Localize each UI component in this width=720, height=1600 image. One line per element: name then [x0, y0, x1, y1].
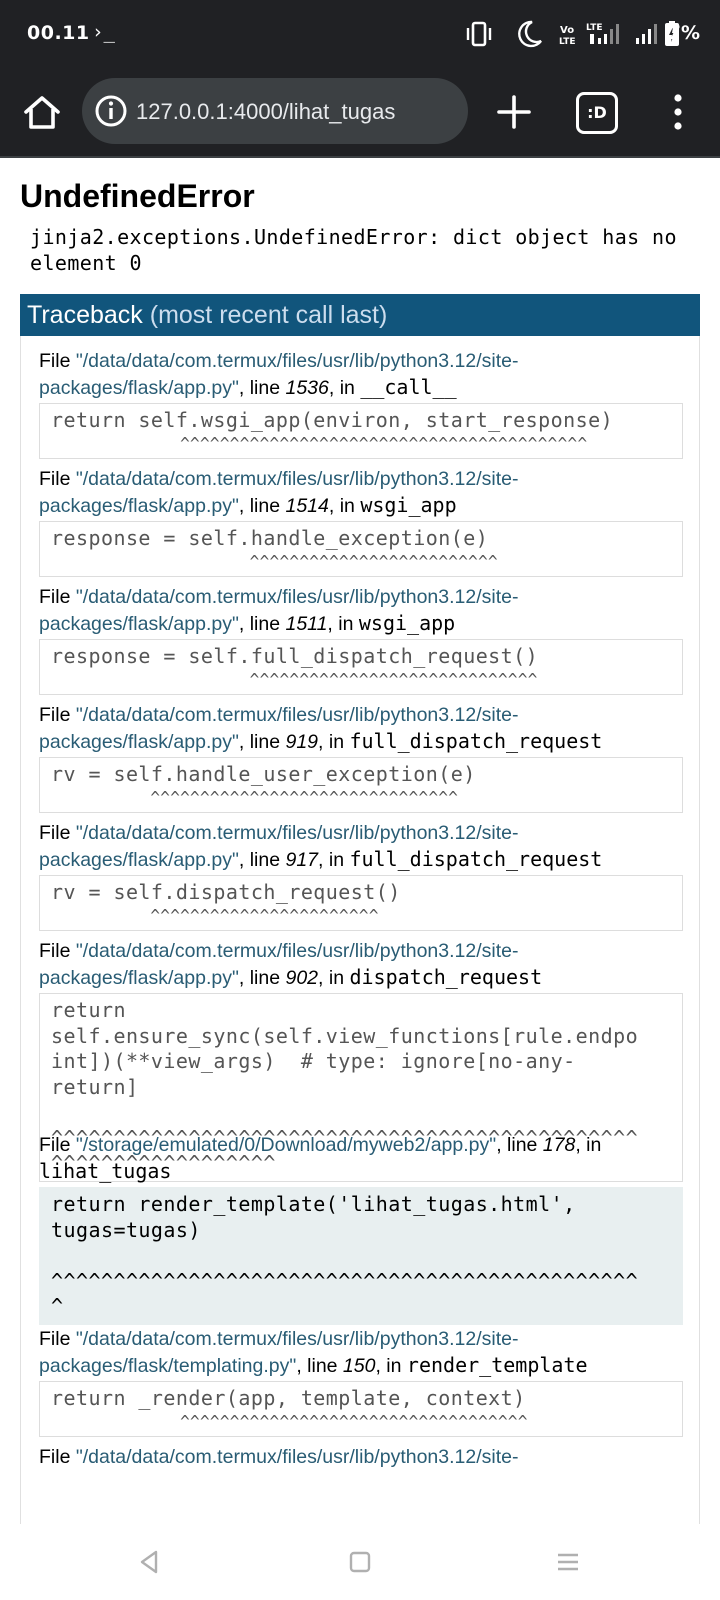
- frame-filename: "/data/data/com.termux/files/usr/lib/pyt…: [75, 1328, 519, 1350]
- frame-filename: "/data/data/com.termux/files/usr/lib/pyt…: [75, 940, 519, 962]
- frame-filename: "/data/data/com.termux/files/usr/lib/pyt…: [75, 586, 519, 608]
- code-caret: ^^^^^^^^^^^^^^^^^^^^^^^^^^^^^^^: [51, 787, 459, 807]
- frame-function: full_dispatch_request: [349, 847, 603, 871]
- vibrate-icon: [466, 21, 492, 47]
- plus-icon[interactable]: [492, 90, 536, 134]
- frame-filename: "/data/data/com.termux/files/usr/lib/pyt…: [75, 704, 519, 726]
- svg-text:LTE: LTE: [559, 37, 576, 47]
- code-caret: ^^^^^^^^^^^^^^^^^^^^^^^^^: [51, 551, 498, 571]
- lte-signal-icon: LTE: [586, 23, 619, 44]
- frame-line-number: 917: [285, 849, 319, 871]
- frame-code[interactable]: return _render(app, template, context) ^…: [39, 1381, 683, 1437]
- back-icon[interactable]: [136, 1548, 164, 1576]
- frame-code[interactable]: response = self.handle_exception(e) ^^^^…: [39, 521, 683, 577]
- frame-header: File "/data/data/com.termux/files/usr/li…: [39, 822, 603, 871]
- code-caret: ^^^^^^^^^^^^^^^^^^^^^^^^^^^^^: [51, 669, 538, 689]
- frame-code[interactable]: response = self.full_dispatch_request() …: [39, 639, 683, 695]
- frame-filename: "/data/data/com.termux/files/usr/lib/pyt…: [75, 1446, 519, 1468]
- tabs-icon[interactable]: :D: [576, 92, 618, 134]
- frame-header: File "/data/data/com.termux/files/usr/li…: [39, 704, 603, 753]
- traceback-note: (most recent call last): [149, 301, 388, 329]
- traceback-frame[interactable]: File "/data/data/com.termux/files/usr/li…: [39, 820, 683, 931]
- svg-text:LTE: LTE: [586, 23, 603, 33]
- moon-icon: [518, 20, 542, 48]
- traceback-frame[interactable]: File "/data/data/com.termux/files/usr/li…: [39, 702, 683, 813]
- traceback-frame[interactable]: File "/data/data/com.termux/files/usr/li…: [39, 466, 683, 577]
- code-caret: ^: [51, 1294, 64, 1318]
- frame-filename: packages/flask/app.py": [39, 967, 239, 989]
- status-bar: 00.11 ›_ Vo LTE LTE 7%: [0, 0, 720, 68]
- frame-line-number: 1536: [285, 377, 329, 399]
- frame-function: wsgi_app: [358, 611, 456, 635]
- traceback-label: Traceback: [27, 301, 143, 329]
- frame-line-number: 150: [342, 1355, 376, 1377]
- frame-filename: "/data/data/com.termux/files/usr/lib/pyt…: [75, 350, 519, 372]
- code-caret: ^^^^^^^^^^^^^^^^^^^^^^^^^^^^^^^^^^^: [51, 1411, 528, 1431]
- frame-header: File "/data/data/com.termux/files/usr/li…: [39, 468, 519, 517]
- frame-line-number: 919: [285, 731, 319, 753]
- frame-header: File "/data/data/com.termux/files/usr/li…: [39, 1328, 588, 1377]
- frame-function: __call__: [360, 375, 457, 399]
- frame-header: File "/storage/emulated/0/Download/myweb…: [39, 1134, 602, 1183]
- traceback-frame-current[interactable]: File "/storage/emulated/0/Download/myweb…: [39, 1132, 683, 1325]
- address-bar[interactable]: 127.0.0.1:4000/lihat_tugas: [82, 78, 468, 144]
- termux-notification-icon: ›_: [92, 21, 115, 43]
- traceback-header: Traceback (most recent call last): [20, 294, 700, 336]
- frame-filename: packages/flask/app.py": [39, 613, 239, 635]
- frame-code[interactable]: rv = self.handle_user_exception(e) ^^^^^…: [39, 757, 683, 813]
- frame-line-number: 1511: [285, 613, 328, 635]
- traceback-body: File "/data/data/com.termux/files/usr/li…: [20, 336, 700, 1524]
- info-icon[interactable]: [94, 94, 128, 128]
- frame-filename: "/storage/emulated/0/Download/myweb2/app…: [75, 1134, 497, 1156]
- frame-filename: packages/flask/app.py": [39, 377, 239, 399]
- frame-header: File "/data/data/com.termux/files/usr/li…: [39, 586, 519, 635]
- frame-function: dispatch_request: [349, 965, 543, 989]
- status-icons: Vo LTE LTE 7%: [440, 18, 720, 50]
- system-nav-bar: [0, 1524, 720, 1600]
- frame-header: File "/data/data/com.termux/files/usr/li…: [39, 1446, 519, 1468]
- frame-filename: packages/flask/app.py": [39, 849, 239, 871]
- home-icon[interactable]: [20, 90, 64, 134]
- frame-code[interactable]: return self.wsgi_app(environ, start_resp…: [39, 403, 683, 459]
- frame-code[interactable]: return render_template('lihat_tugas.html…: [39, 1187, 683, 1325]
- frame-filename: "/data/data/com.termux/files/usr/lib/pyt…: [75, 822, 519, 844]
- recents-icon[interactable]: [554, 1548, 582, 1576]
- frame-header: File "/data/data/com.termux/files/usr/li…: [39, 350, 519, 399]
- code-caret: ^^^^^^^^^^^^^^^^^^^^^^^^^^^^^^^^^^^^^^^^…: [51, 433, 588, 453]
- traceback-frame[interactable]: File "/data/data/com.termux/files/usr/li…: [39, 1444, 683, 1470]
- traceback-frame[interactable]: File "/data/data/com.termux/files/usr/li…: [39, 1326, 683, 1437]
- frame-code[interactable]: rv = self.dispatch_request() ^^^^^^^^^^^…: [39, 875, 683, 931]
- frame-line-number: 902: [285, 967, 319, 989]
- frame-line-number: 1514: [285, 495, 329, 517]
- traceback-frame[interactable]: File "/data/data/com.termux/files/usr/li…: [39, 348, 683, 459]
- browser-toolbar: 127.0.0.1:4000/lihat_tugas :D: [0, 68, 720, 158]
- frame-filename: packages/flask/templating.py": [39, 1355, 297, 1377]
- frame-function: wsgi_app: [360, 493, 457, 517]
- page-content: UndefinedError jinja2.exceptions.Undefin…: [0, 160, 720, 1524]
- frame-filename: packages/flask/app.py": [39, 731, 239, 753]
- code-caret: ^^^^^^^^^^^^^^^^^^^^^^^^^^^^^^^^^^^^^^^^…: [51, 1268, 639, 1293]
- battery-percent: 7%: [667, 22, 700, 44]
- frame-header: File "/data/data/com.termux/files/usr/li…: [39, 940, 543, 989]
- page-title: UndefinedError: [20, 178, 255, 214]
- frame-function: full_dispatch_request: [349, 729, 603, 753]
- traceback-frame[interactable]: File "/data/data/com.termux/files/usr/li…: [39, 584, 683, 695]
- frame-function: lihat_tugas: [39, 1159, 172, 1183]
- signal-icon: [636, 24, 657, 44]
- volte-icon: Vo LTE: [559, 25, 576, 47]
- more-vert-icon[interactable]: [662, 90, 694, 134]
- svg-text:Vo: Vo: [560, 25, 574, 36]
- frame-filename: "/data/data/com.termux/files/usr/lib/pyt…: [75, 468, 519, 490]
- status-time: 00.11: [27, 22, 90, 44]
- frame-function: render_template: [406, 1353, 588, 1377]
- frame-line-number: 178: [542, 1134, 576, 1156]
- home-square-icon[interactable]: [346, 1548, 374, 1576]
- frame-filename: packages/flask/app.py": [39, 495, 239, 517]
- error-message: jinja2.exceptions.UndefinedError: dict o…: [30, 225, 677, 275]
- code-caret: ^^^^^^^^^^^^^^^^^^^^^^^: [51, 905, 379, 925]
- url-text[interactable]: 127.0.0.1:4000/lihat_tugas: [136, 99, 395, 125]
